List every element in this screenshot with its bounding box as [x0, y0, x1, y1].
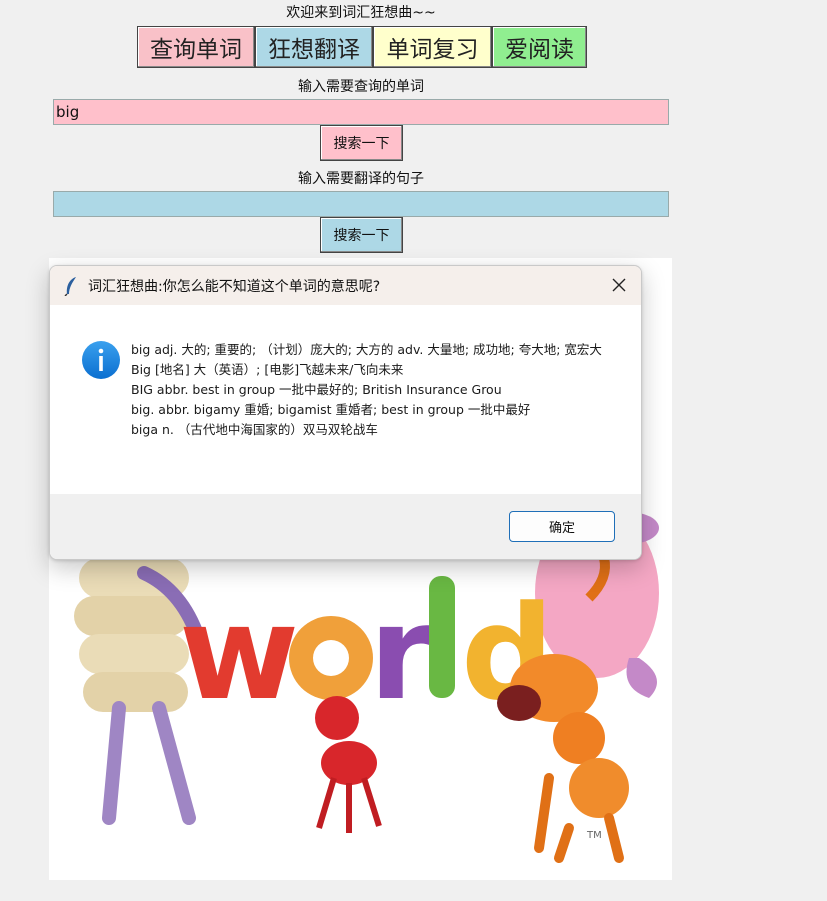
sentence-input[interactable]: [53, 191, 669, 217]
svg-text:r: r: [369, 577, 433, 729]
tab-reading[interactable]: 爱阅读: [492, 26, 587, 68]
dialog-message: big adj. 大的; 重要的; （计划）庞大的; 大方的 adv. 大量地;…: [131, 340, 611, 440]
tab-review[interactable]: 单词复习: [373, 26, 492, 68]
world-letter-w: w: [179, 577, 299, 729]
info-icon: [82, 341, 120, 379]
info-dialog: 词汇狂想曲:你怎么能不知道这个单词的意思呢? big adj. 大的; 重要的;…: [49, 265, 642, 560]
trademark-text: TM: [586, 830, 602, 841]
close-icon[interactable]: [609, 275, 629, 295]
translate-label: 输入需要翻译的句子: [298, 171, 424, 187]
tab-translate[interactable]: 狂想翻译: [255, 26, 373, 68]
query-label: 输入需要查询的单词: [298, 79, 424, 95]
ok-button[interactable]: 确定: [509, 511, 615, 542]
dialog-title: 词汇狂想曲:你怎么能不知道这个单词的意思呢?: [88, 279, 381, 295]
definition-line: big. abbr. bigamy 重婚; bigamist 重婚者; best…: [131, 402, 531, 417]
welcome-text: 欢迎来到词汇狂想曲~~: [286, 5, 436, 21]
definition-line: biga n. （古代地中海国家的）双马双轮战车: [131, 422, 378, 437]
dialog-footer: 确定: [50, 494, 641, 559]
dialog-body: big adj. 大的; 重要的; （计划）庞大的; 大方的 adv. 大量地;…: [50, 305, 641, 494]
tab-query-word[interactable]: 查询单词: [137, 26, 255, 68]
definition-line: BIG abbr. best in group 一批中最好的; British …: [131, 382, 502, 397]
definition-line: big adj. 大的; 重要的; （计划）庞大的; 大方的 adv. 大量地;…: [131, 342, 602, 357]
dialog-titlebar: 词汇狂想曲:你怎么能不知道这个单词的意思呢?: [50, 266, 641, 305]
definition-line: Big [地名] 大（英语）; [电影]飞越未来/飞向未来: [131, 362, 404, 377]
search-sentence-button[interactable]: 搜索一下: [320, 217, 403, 253]
search-word-button[interactable]: 搜索一下: [320, 125, 403, 161]
feather-icon: [64, 277, 76, 296]
app-window: 欢迎来到词汇狂想曲~~ 查询单词 狂想翻译 单词复习 爱阅读 输入需要查询的单词…: [0, 0, 827, 901]
word-input[interactable]: [53, 99, 669, 125]
